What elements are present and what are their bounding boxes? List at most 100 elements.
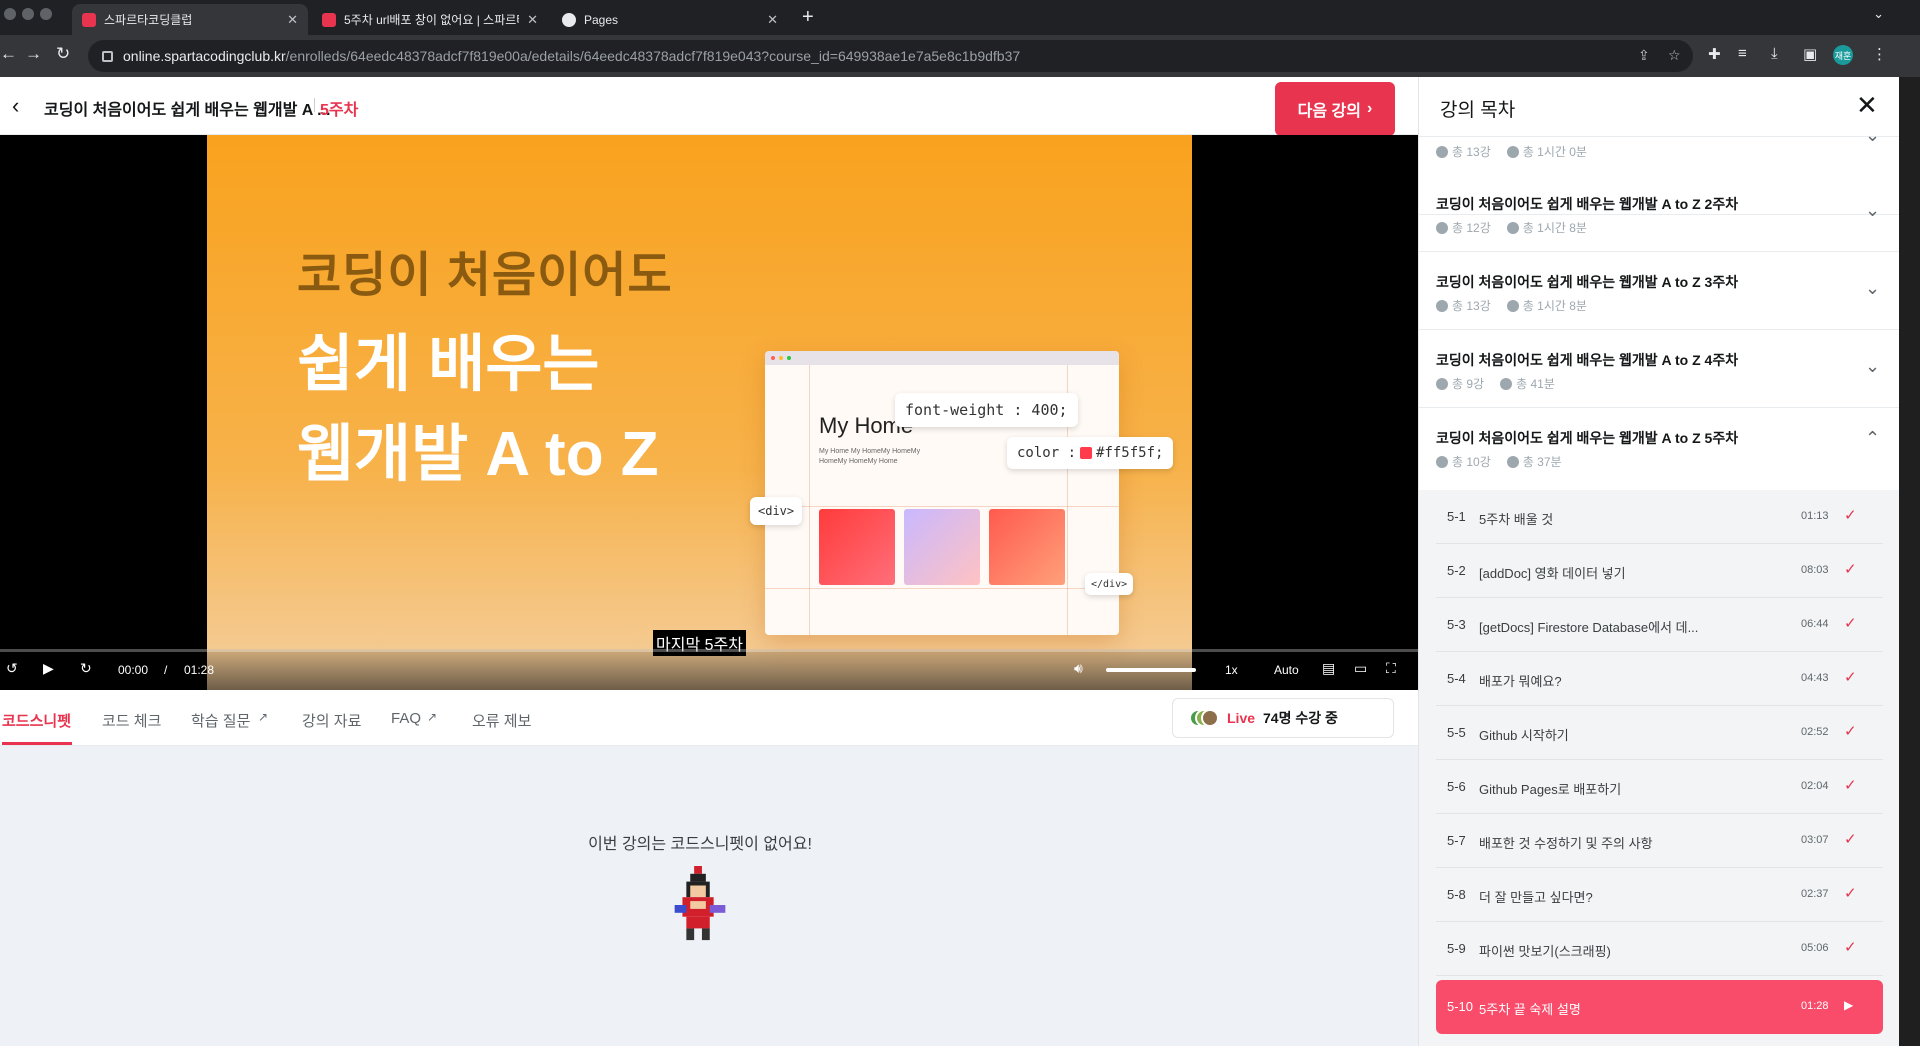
week-meta: 총 13강 총 1시간 0분 [1436,143,1587,160]
lesson-duration: 02:04 [1801,780,1829,792]
lesson-duration: 08:03 [1801,564,1829,576]
external-link-icon: ↗ [258,710,269,724]
lesson-item[interactable]: 5-4 배포가 뭐예요? 04:43 ✓ [1436,652,1883,706]
fullscreen-icon[interactable]: ⛶ [1386,660,1396,677]
next-lecture-button[interactable]: 다음 강의 › [1275,82,1395,136]
share-icon[interactable]: ⇪ [1638,47,1650,64]
side-panel-icon[interactable]: ▣ [1803,45,1817,63]
course-player-page: ‹ 코딩이 처음이어도 쉽게 배우는 웹개발 A ... 5주차 다음 강의 ›… [0,77,1900,1046]
close-icon[interactable]: ✕ [1856,90,1878,121]
check-icon: ✓ [1844,939,1857,956]
volume-icon[interactable]: 🔊︎ [1074,660,1083,677]
lesson-item[interactable]: 5-2 [addDoc] 영화 데이터 넣기 08:03 ✓ [1436,544,1883,598]
week-name: 코딩이 처음이어도 쉽게 배우는 웹개발 A to Z 2주차 [1436,196,1739,212]
bookmark-star-icon[interactable]: ☆ [1668,47,1681,64]
back-chevron-icon[interactable]: ‹ [12,93,19,119]
check-icon: ✓ [1844,885,1857,902]
week-section-2[interactable]: 코딩이 처음이어도 쉽게 배우는 웹개발 A to Z 2주차 총 12강 총 … [1419,174,1900,252]
rewind-10-icon[interactable]: ↺ [6,660,18,677]
new-tab-icon[interactable]: + [802,6,814,29]
lesson-duration: 06:44 [1801,618,1829,630]
progress-bar[interactable] [0,649,1418,652]
theater-mode-icon[interactable]: ▭ [1354,660,1367,677]
lesson-item[interactable]: 5-9 파이썬 맛보기(스크래핑) 05:06 ✓ [1436,922,1883,976]
week-section-5[interactable]: 코딩이 처음이어도 쉽게 배우는 웹개발 A to Z 5주차 총 10강 총 … [1419,408,1900,490]
avatar [1201,709,1219,727]
lesson-title: Github 시작하기 [1479,728,1569,743]
lesson-item[interactable]: 5-3 [getDocs] Firestore Database에서 데... … [1436,598,1883,652]
lesson-title: [getDocs] Firestore Database에서 데... [1479,620,1699,635]
lesson-title: [addDoc] 영화 데이터 넣기 [1479,566,1626,581]
subtitle-icon[interactable]: ▤ [1322,660,1335,677]
video-frame: 코딩이 처음이어도 쉽게 배우는 웹개발 A to Z My Home My H… [207,135,1192,690]
week-section-3[interactable]: 코딩이 처음이어도 쉽게 배우는 웹개발 A to Z 3주차 총 13강 총 … [1419,252,1900,330]
close-tab-icon[interactable]: ✕ [767,12,778,28]
profile-avatar[interactable]: 재훈 [1833,45,1853,65]
week-meta: 총 10강 총 37분 [1436,453,1562,470]
browser-tab-pages[interactable]: Pages ✕ [552,4,788,35]
browser-tab-strip: 스파르타코딩클럽 ✕ 5주차 url배포 창이 없어요 | 스파르타 ✕ Pag… [0,0,1920,35]
tab-report-error[interactable]: 오류 제보 [472,710,531,731]
tab-faq[interactable]: FAQ [391,710,421,727]
close-tab-icon[interactable]: ✕ [527,12,538,28]
extensions-puzzle-icon[interactable]: ✚ [1708,45,1721,63]
github-octocat-icon [562,12,576,27]
download-icon[interactable]: ⤓ [1771,45,1778,62]
lesson-number: 5-1 [1447,509,1466,524]
lesson-title: Github Pages로 배포하기 [1479,782,1622,797]
active-tab-underline [2,742,72,745]
media-playlist-icon[interactable]: ≡ [1738,45,1747,62]
empty-message: 이번 강의는 코드스니펫이 없어요! [588,836,812,853]
window-zoom-dot[interactable] [40,8,52,20]
divider [314,98,315,112]
tab-materials[interactable]: 강의 자료 [302,710,361,731]
mock-window-bar [765,351,1119,365]
reload-icon[interactable]: ↻ [56,44,70,64]
lesson-duration: 05:06 [1801,942,1829,954]
lock-icon [102,50,113,62]
close-tab-icon[interactable]: ✕ [287,12,298,28]
tab-code-check[interactable]: 코드 체크 [102,710,161,731]
lesson-item[interactable]: 5-5 Github 시작하기 02:52 ✓ [1436,706,1883,760]
quality-button[interactable]: Auto [1274,663,1299,677]
lesson-title: 더 잘 만들고 싶다면? [1479,890,1593,905]
live-label: Live [1227,710,1256,726]
browser-tab-sparta[interactable]: 스파르타코딩클럽 ✕ [72,4,308,35]
lesson-item[interactable]: 5-1 5주차 배울 것 01:13 ✓ [1436,490,1883,544]
lesson-title: 배포가 뭐예요? [1479,674,1562,689]
tab-questions[interactable]: 학습 질문 [191,710,250,731]
play-icon[interactable]: ▶ [43,660,54,677]
lesson-duration: 02:52 [1801,726,1829,738]
window-close-dot[interactable] [4,8,16,20]
play-icon: ▶ [1844,998,1854,1012]
tab-title: 5주차 url배포 창이 없어요 | 스파르타 [344,13,520,27]
chip-div-open: <div> [750,497,803,525]
lesson-item[interactable]: 5-6 Github Pages로 배포하기 02:04 ✓ [1436,760,1883,814]
video-player[interactable]: 코딩이 처음이어도 쉽게 배우는 웹개발 A to Z My Home My H… [0,135,1418,690]
lesson-item-active[interactable]: 5-10 5주차 끝 숙제 설명 01:28 ▶ [1436,980,1883,1034]
volume-slider[interactable] [1106,668,1196,672]
lesson-number: 5-8 [1447,887,1466,902]
window-minimize-dot[interactable] [22,8,34,20]
forward-10-icon[interactable]: ↻ [80,660,92,677]
chip-color: color : #ff5f5f; [1007,437,1174,469]
lesson-item[interactable]: 5-7 배포한 것 수정하기 및 주의 사항 03:07 ✓ [1436,814,1883,868]
chevron-down-icon: ⌄ [1865,356,1881,376]
play-circle-icon [1436,222,1448,234]
chevron-down-icon: ⌄ [1865,125,1881,145]
kebab-menu-icon[interactable]: ⋮ [1872,45,1887,63]
week-section-4[interactable]: 코딩이 처음이어도 쉽게 배우는 웹개발 A to Z 4주차 총 9강 총 4… [1419,330,1900,408]
mock-tile-lavender [904,509,980,585]
tab-search-chevron-icon[interactable]: ⌄ [1873,6,1884,22]
address-bar[interactable]: online.spartacodingclub.kr /enrolleds/64… [88,40,1693,72]
forward-arrow-icon[interactable]: → [25,44,42,64]
lesson-item[interactable]: 5-8 더 잘 만들고 싶다면? 02:37 ✓ [1436,868,1883,922]
browser-tab-question[interactable]: 5주차 url배포 창이 없어요 | 스파르타 ✕ [312,4,548,35]
back-arrow-icon[interactable]: ← [0,44,17,64]
tab-code-snippet[interactable]: 코드스니펫 [2,710,71,731]
week-meta: 총 12강 총 1시간 8분 [1436,219,1587,236]
time-separator: / [164,663,168,677]
speed-button[interactable]: 1x [1225,663,1238,677]
lesson-list: 5-1 5주차 배울 것 01:13 ✓ 5-2 [addDoc] 영화 데이터… [1419,490,1900,1046]
url-path: /enrolleds/64eedc48378adcf7f819e00a/edet… [285,48,1021,64]
